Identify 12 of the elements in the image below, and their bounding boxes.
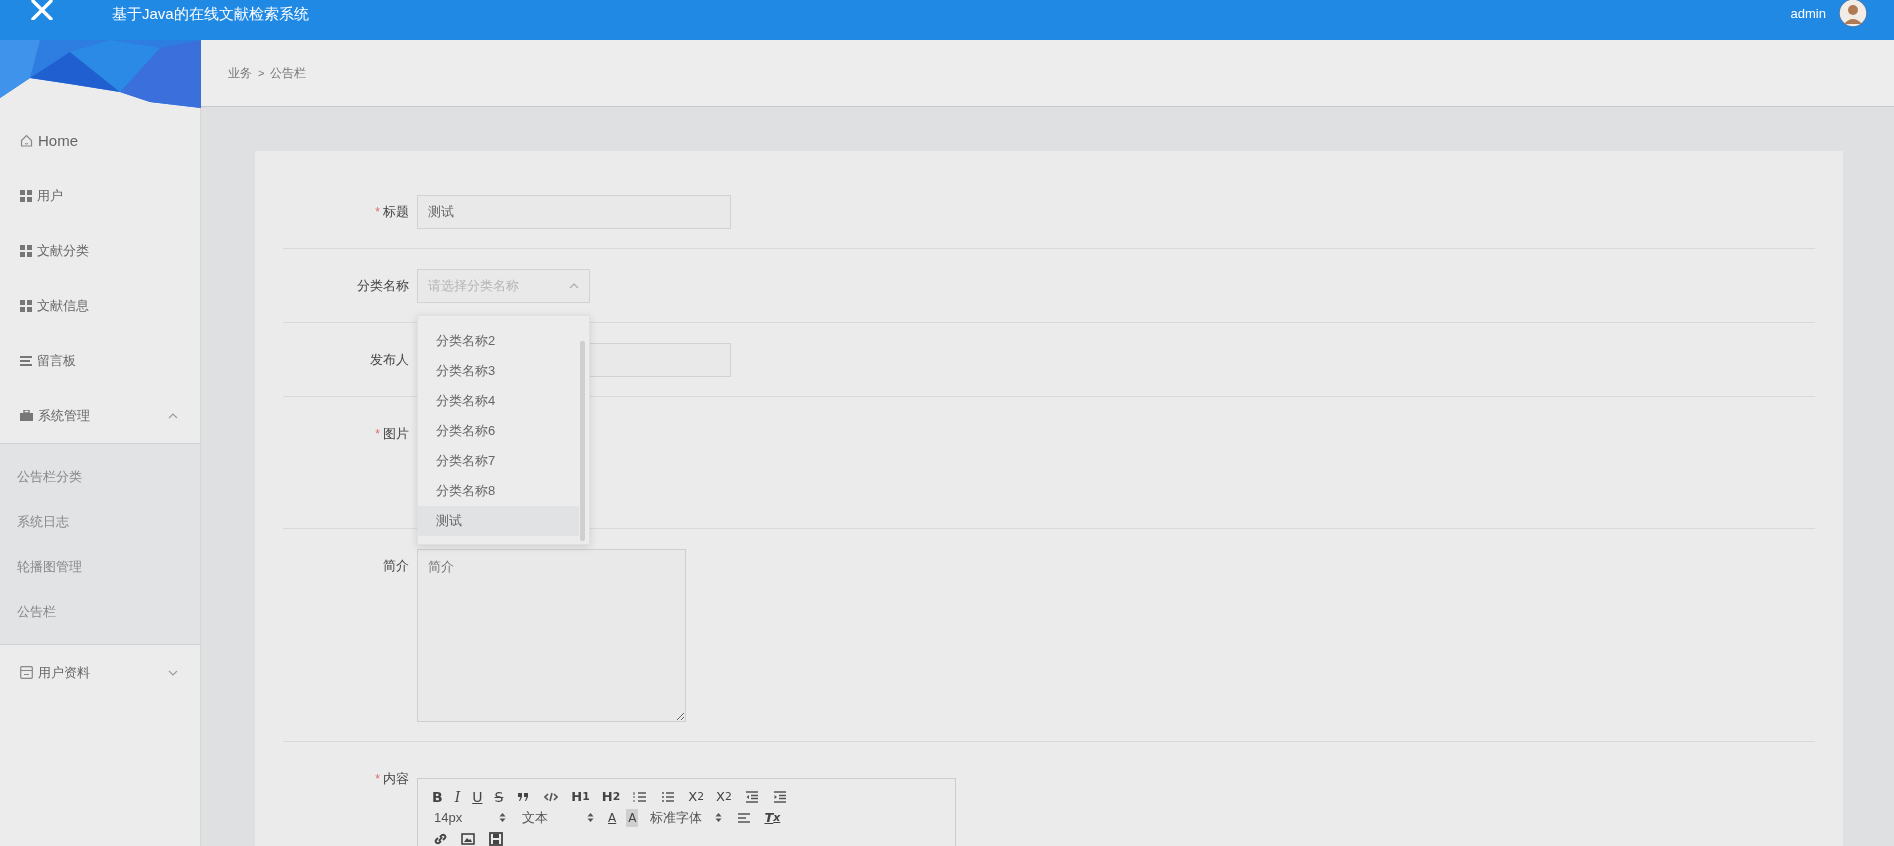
breadcrumb-item: 公告栏	[270, 64, 307, 82]
field-label: 发布人	[370, 352, 409, 367]
field-label: 图片	[383, 426, 409, 441]
required-mark: *	[375, 205, 380, 219]
field-label: 简介	[383, 558, 409, 573]
required-mark: *	[375, 772, 380, 786]
field-label: 分类名称	[357, 278, 409, 293]
required-mark: *	[375, 427, 380, 441]
field-label: 标题	[383, 204, 409, 219]
field-label: 内容	[383, 771, 409, 786]
app-title: 基于Java的在线文献检索系统	[112, 4, 309, 24]
breadcrumb-separator: >	[258, 67, 265, 79]
